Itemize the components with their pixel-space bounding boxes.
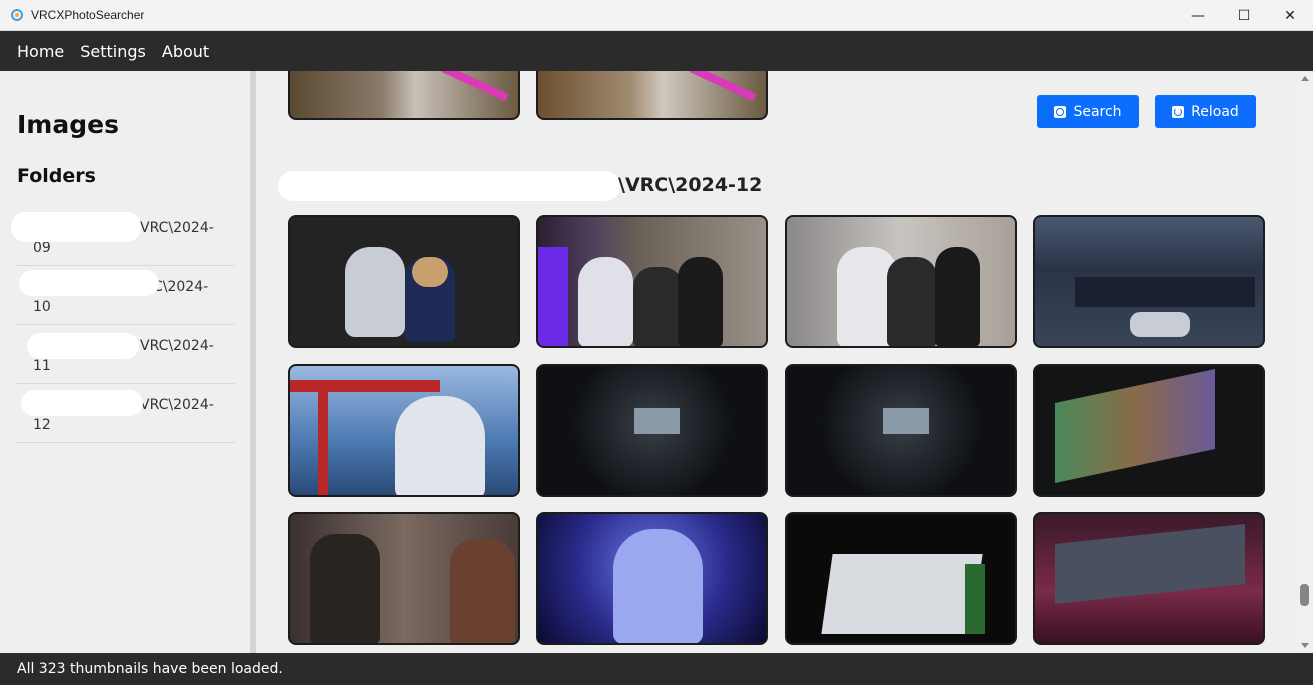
status-text: All 323 thumbnails have been loaded. xyxy=(17,661,283,677)
redaction xyxy=(27,333,139,359)
thumbnail[interactable] xyxy=(536,215,768,348)
reload-button[interactable]: Reload xyxy=(1155,95,1256,128)
scroll-down-arrow-icon[interactable] xyxy=(1301,643,1309,648)
status-bar: All 323 thumbnails have been loaded. xyxy=(0,653,1313,685)
redaction xyxy=(21,390,143,416)
thumbnail[interactable] xyxy=(288,215,520,348)
thumbnail[interactable] xyxy=(536,71,768,120)
thumbnail[interactable] xyxy=(785,364,1017,497)
folders-heading: Folders xyxy=(17,165,96,187)
thumbnail-area[interactable]: Search Reload \VRC\2024-12 xyxy=(256,71,1297,653)
thumbnail[interactable] xyxy=(536,364,768,497)
folder-list: VRC\2024- 09 C\2024- 10 VRC\2024- 11 VRC… xyxy=(11,207,235,443)
minimize-button[interactable]: — xyxy=(1175,0,1221,31)
thumbnail[interactable] xyxy=(536,512,768,645)
scroll-up-arrow-icon[interactable] xyxy=(1301,76,1309,81)
window-title: VRCXPhotoSearcher xyxy=(31,8,145,22)
vertical-scrollbar[interactable] xyxy=(1297,71,1313,653)
menu-settings[interactable]: Settings xyxy=(80,42,146,61)
scrollbar-thumb[interactable] xyxy=(1300,584,1309,606)
folder-month: 11 xyxy=(33,358,51,374)
maximize-button[interactable]: ☐ xyxy=(1221,0,1267,31)
thumbnail[interactable] xyxy=(1033,512,1265,645)
redaction xyxy=(278,171,620,201)
close-button[interactable]: ✕ xyxy=(1267,0,1313,31)
folder-item[interactable]: VRC\2024- 12 xyxy=(17,384,235,443)
thumbnail[interactable] xyxy=(1033,215,1265,348)
thumbnail[interactable] xyxy=(288,364,520,497)
window-controls: — ☐ ✕ xyxy=(1175,0,1313,31)
search-button[interactable]: Search xyxy=(1037,95,1139,128)
folder-month: 12 xyxy=(33,417,51,433)
redaction xyxy=(11,212,141,242)
images-heading: Images xyxy=(17,110,119,139)
reload-icon xyxy=(1172,105,1185,118)
folder-item[interactable]: VRC\2024- 11 xyxy=(17,325,235,384)
redaction xyxy=(19,270,159,296)
folder-item[interactable]: C\2024- 10 xyxy=(17,266,235,325)
folder-item[interactable]: VRC\2024- 09 xyxy=(11,207,235,266)
thumbnail[interactable] xyxy=(785,512,1017,645)
menu-home[interactable]: Home xyxy=(17,42,64,61)
folder-section-title: \VRC\2024-12 xyxy=(618,174,763,196)
thumbnail[interactable] xyxy=(288,71,520,120)
search-label: Search xyxy=(1073,103,1122,120)
thumbnail[interactable] xyxy=(785,215,1017,348)
app-icon xyxy=(11,9,23,21)
folder-month: 10 xyxy=(33,299,51,315)
thumbnail[interactable] xyxy=(1033,364,1265,497)
reload-label: Reload xyxy=(1191,103,1239,120)
search-icon xyxy=(1054,105,1067,118)
menu-about[interactable]: About xyxy=(162,42,209,61)
thumbnail[interactable] xyxy=(288,512,520,645)
title-bar: VRCXPhotoSearcher — ☐ ✕ xyxy=(0,0,1313,31)
menu-bar: Home Settings About xyxy=(0,31,1313,71)
